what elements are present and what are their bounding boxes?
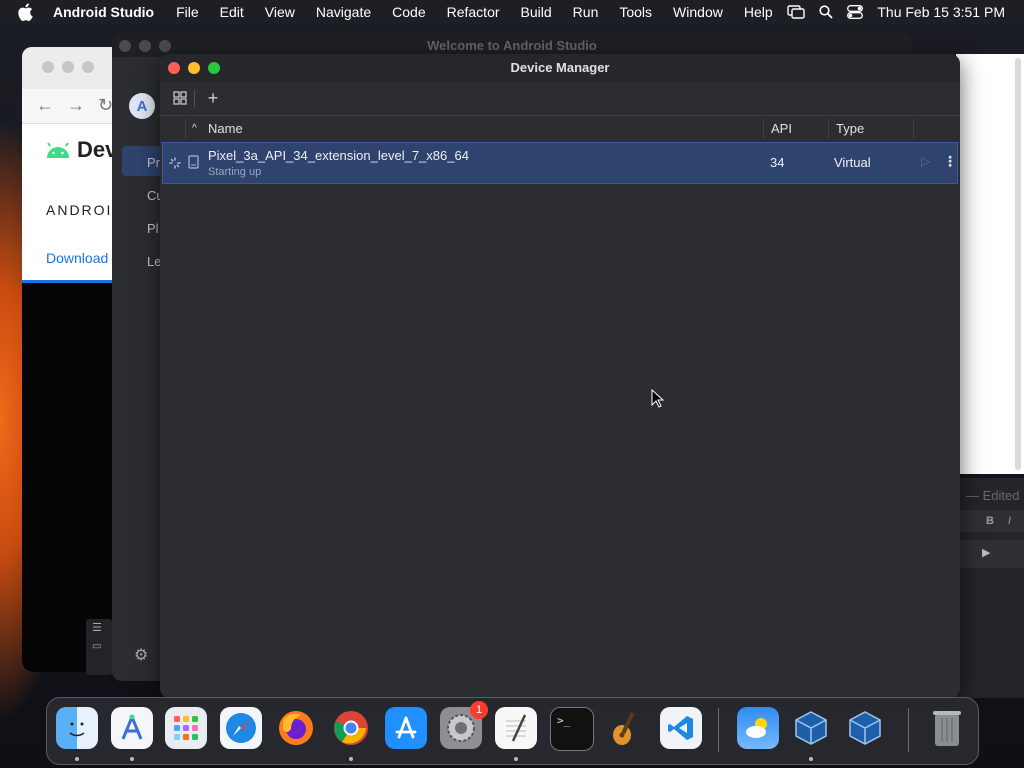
launchpad-icon[interactable] xyxy=(165,707,207,749)
edited-label: — Edited xyxy=(966,488,1020,503)
menu-code[interactable]: Code xyxy=(392,4,425,20)
welcome-title: Welcome to Android Studio xyxy=(427,38,597,53)
menu-edit[interactable]: Edit xyxy=(220,4,244,20)
device-name: Pixel_3a_API_34_extension_level_7_x86_64 xyxy=(208,148,469,163)
vscode-icon[interactable] xyxy=(660,707,702,749)
mouse-cursor-icon xyxy=(651,389,665,408)
sidebar-item-projects[interactable]: Pr xyxy=(147,155,160,170)
android-developers-logo[interactable]: Dev xyxy=(45,137,117,163)
device-type: Virtual xyxy=(834,155,871,170)
play-icon[interactable]: ▶ xyxy=(982,546,990,559)
add-device-button[interactable]: + xyxy=(203,88,223,108)
sort-ascending-icon[interactable]: ^ xyxy=(192,123,197,134)
launch-icon[interactable]: ▷ xyxy=(921,154,930,168)
running-indicator xyxy=(809,757,813,761)
screen-mirror-icon[interactable] xyxy=(787,5,806,19)
garageband-icon[interactable] xyxy=(605,707,647,749)
column-divider xyxy=(763,119,764,139)
search-icon[interactable] xyxy=(819,5,833,19)
list-icon[interactable]: ☰ xyxy=(92,621,102,634)
dock-divider xyxy=(718,708,719,752)
column-api-header[interactable]: API xyxy=(771,121,792,136)
android-studio-icon[interactable] xyxy=(111,707,153,749)
media-toolbar: ▶ xyxy=(956,540,1024,568)
column-name-header[interactable]: Name xyxy=(208,121,243,136)
app-store-icon[interactable] xyxy=(385,707,427,749)
menu-view[interactable]: View xyxy=(265,4,295,20)
download-tab[interactable]: Download xyxy=(46,250,108,266)
virtualbox-icon[interactable] xyxy=(790,707,832,749)
terminal-icon[interactable]: >_ xyxy=(550,707,594,751)
browser-close-button[interactable] xyxy=(42,61,54,73)
column-type-header[interactable]: Type xyxy=(836,121,864,136)
window-title: Device Manager xyxy=(510,60,610,75)
scrollbar[interactable] xyxy=(1015,58,1021,470)
forward-arrow-icon[interactable]: → xyxy=(67,95,85,116)
chrome-icon[interactable] xyxy=(330,707,372,749)
column-divider xyxy=(913,119,914,139)
background-document-window xyxy=(956,54,1024,474)
trash-icon[interactable] xyxy=(926,707,968,749)
browser-zoom-button[interactable] xyxy=(82,61,94,73)
running-indicator xyxy=(514,757,518,761)
browser-minimize-button[interactable] xyxy=(62,61,74,73)
menu-build[interactable]: Build xyxy=(521,4,552,20)
control-center-icon[interactable] xyxy=(847,5,864,19)
menu-navigate[interactable]: Navigate xyxy=(316,4,371,20)
device-api: 34 xyxy=(770,155,785,170)
safari-icon[interactable] xyxy=(220,707,262,749)
device-group-icon[interactable] xyxy=(170,88,190,108)
running-indicator xyxy=(75,757,79,761)
device-row[interactable]: Pixel_3a_API_34_extension_level_7_x86_64… xyxy=(162,142,958,184)
toolbar-separator xyxy=(194,90,195,108)
column-divider xyxy=(185,119,186,139)
device-toolbar: + xyxy=(160,82,960,114)
more-options-icon[interactable]: ⋮ xyxy=(943,153,957,170)
menu-tools[interactable]: Tools xyxy=(619,4,652,20)
reload-icon[interactable]: ↻ xyxy=(98,95,113,116)
menu-file[interactable]: File xyxy=(176,4,199,20)
side-toolbar: ☰ ▭ xyxy=(86,619,112,675)
bold-button[interactable]: B xyxy=(986,515,994,527)
android-studio-avatar-icon: A xyxy=(129,93,155,119)
device-manager-window: Device Manager + ^ Name API Type Pixel_3… xyxy=(160,54,960,698)
menu-clock[interactable]: Thu Feb 15 3:51 PM xyxy=(877,4,1005,20)
column-divider xyxy=(828,119,829,139)
virtualbox-vm-icon[interactable] xyxy=(844,707,886,749)
menu-app-name[interactable]: Android Studio xyxy=(53,4,154,20)
dock-divider xyxy=(908,708,909,752)
running-indicator xyxy=(349,757,353,761)
textedit-icon[interactable] xyxy=(495,707,537,749)
android-icon xyxy=(47,142,69,158)
phone-icon xyxy=(188,155,200,174)
system-settings-icon[interactable]: 1 xyxy=(440,701,488,749)
loading-spinner-icon xyxy=(169,156,181,174)
device-table-header: ^ Name API Type xyxy=(160,115,960,143)
device-status: Starting up xyxy=(208,166,262,178)
notification-badge: 1 xyxy=(470,701,488,719)
settings-gear-icon[interactable]: ⚙ xyxy=(134,645,148,665)
running-indicator xyxy=(130,757,134,761)
dock: 1 >_ xyxy=(46,697,979,765)
menu-window[interactable]: Window xyxy=(673,4,723,20)
menu-help[interactable]: Help xyxy=(744,4,773,20)
italic-button[interactable]: I xyxy=(1008,515,1011,527)
menu-refactor[interactable]: Refactor xyxy=(447,4,500,20)
back-arrow-icon[interactable]: ← xyxy=(36,95,54,116)
sidebar-item-plugins[interactable]: Pl xyxy=(147,221,159,236)
apple-icon[interactable] xyxy=(17,3,37,21)
weather-icon[interactable] xyxy=(737,707,779,749)
firefox-icon[interactable] xyxy=(275,707,317,749)
format-toolbar: B I xyxy=(956,510,1024,532)
device-manager-titlebar: Device Manager xyxy=(160,54,960,82)
folder-icon[interactable]: ▭ xyxy=(92,641,101,652)
finder-icon[interactable] xyxy=(56,707,98,749)
menu-bar: Android Studio File Edit View Navigate C… xyxy=(0,0,1024,24)
background-editor-panel: — Edited B I ▶ xyxy=(956,478,1024,698)
menu-run[interactable]: Run xyxy=(573,4,599,20)
